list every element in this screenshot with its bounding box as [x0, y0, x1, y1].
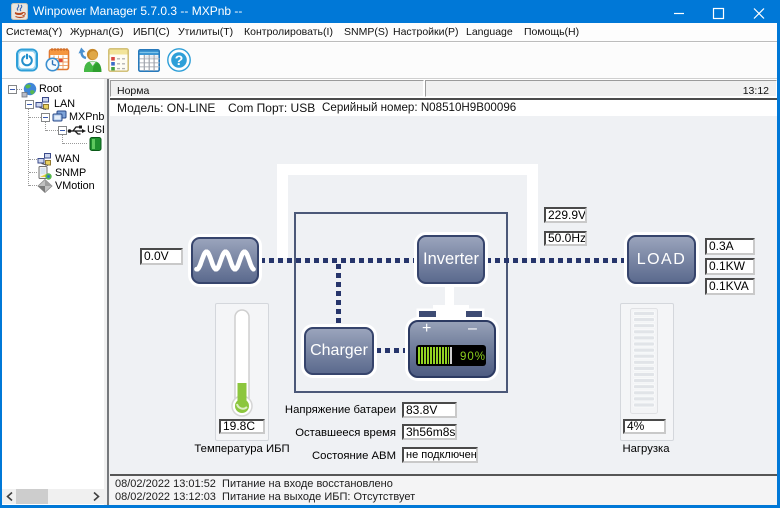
svg-text:?: ?	[175, 52, 184, 68]
